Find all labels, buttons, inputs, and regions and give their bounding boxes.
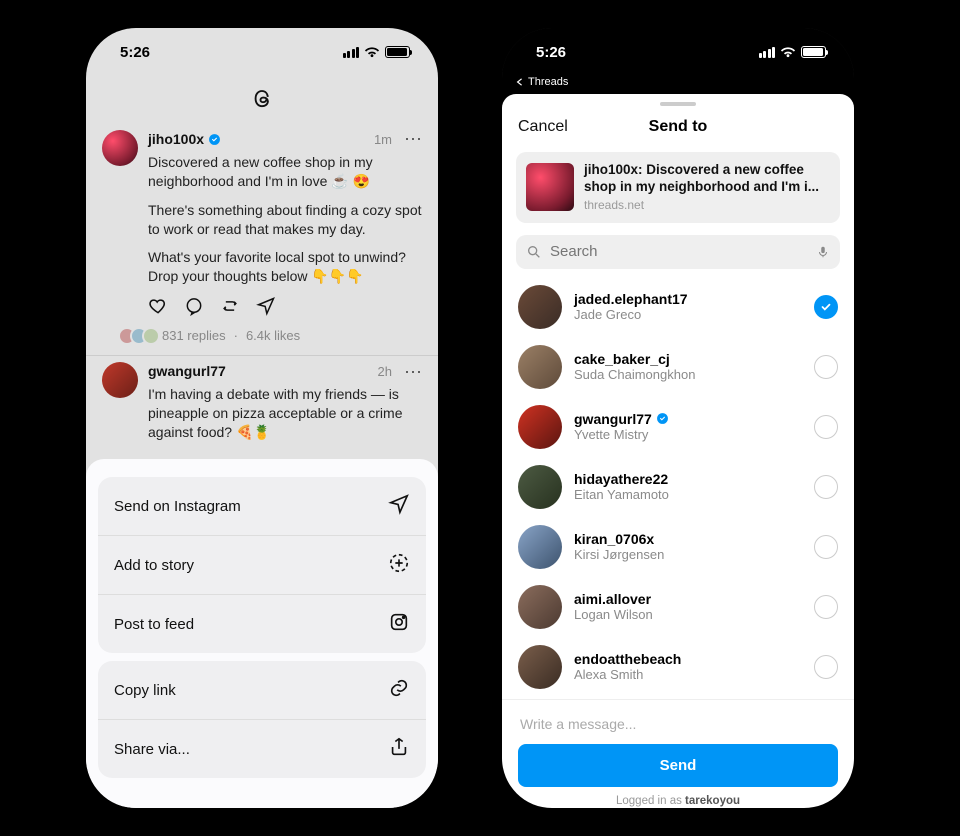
status-time: 5:26 — [120, 44, 150, 61]
status-bar: 5:26 — [502, 28, 854, 76]
post-text: I'm having a debate with my friends — is… — [148, 385, 422, 442]
send-modal: Cancel Send to jiho100x: Discovered a ne… — [502, 94, 854, 808]
send-button[interactable]: Send — [518, 744, 838, 787]
contact-username: aimi.allover — [574, 591, 802, 608]
preview-domain: threads.net — [584, 198, 830, 213]
contact-fullname: Jade Greco — [574, 307, 802, 323]
wifi-icon — [780, 46, 796, 58]
instagram-icon — [388, 611, 410, 637]
contact-row[interactable]: aimi.alloverLogan Wilson — [502, 577, 854, 637]
link-preview[interactable]: jiho100x: Discovered a new coffee shop i… — [516, 152, 840, 223]
avatar[interactable] — [102, 130, 138, 166]
contact-fullname: Logan Wilson — [574, 607, 802, 623]
status-time: 5:26 — [536, 44, 566, 61]
share-icon[interactable] — [256, 296, 276, 321]
likes-count[interactable]: 6.4k likes — [246, 327, 300, 345]
sheet-send-instagram[interactable]: Send on Instagram — [98, 477, 426, 535]
share-system-icon — [388, 736, 410, 762]
link-icon — [388, 677, 410, 703]
cancel-button[interactable]: Cancel — [518, 118, 568, 136]
post-username[interactable]: jiho100x — [148, 130, 204, 149]
avatar — [518, 345, 562, 389]
avatar — [518, 645, 562, 689]
select-radio[interactable] — [814, 415, 838, 439]
search-field[interactable] — [516, 235, 840, 269]
sheet-post-feed[interactable]: Post to feed — [98, 594, 426, 653]
search-input[interactable] — [550, 243, 808, 260]
contact-username: gwangurl77 — [574, 411, 802, 428]
post-username[interactable]: gwangurl77 — [148, 362, 226, 381]
preview-headline: jiho100x: Discovered a new coffee shop i… — [584, 162, 830, 196]
share-sheet: Send on Instagram Add to story Post to f… — [86, 459, 438, 808]
select-radio[interactable] — [814, 355, 838, 379]
thread-post: jiho100x 1m ⋯ Discovered a new coffee sh… — [86, 124, 438, 355]
post-text: Discovered a new coffee shop in my neigh… — [148, 153, 422, 286]
contact-row[interactable]: endoatthebeachAlexa Smith — [502, 637, 854, 697]
contact-fullname: Suda Chaimongkhon — [574, 367, 802, 383]
contact-fullname: Yvette Mistry — [574, 427, 802, 443]
logged-in-as: Logged in as tarekoyou — [518, 787, 838, 808]
sheet-add-story[interactable]: Add to story — [98, 535, 426, 594]
contact-fullname: Kirsi Jørgensen — [574, 547, 802, 563]
add-story-icon — [388, 552, 410, 578]
contact-username: hidayathere22 — [574, 471, 802, 488]
send-icon — [388, 493, 410, 519]
like-icon[interactable] — [148, 296, 168, 321]
battery-icon — [385, 46, 410, 58]
verified-badge-icon — [656, 412, 669, 425]
grabber[interactable] — [660, 102, 696, 106]
contact-fullname: Eitan Yamamoto — [574, 487, 802, 503]
contact-row[interactable]: gwangurl77Yvette Mistry — [502, 397, 854, 457]
select-radio[interactable] — [814, 295, 838, 319]
battery-icon — [801, 46, 826, 58]
reply-icon[interactable] — [184, 296, 204, 321]
preview-thumb — [526, 163, 574, 211]
cellular-icon — [343, 47, 360, 58]
phone-instagram-send: 5:26 Threads Cancel Send to — [502, 28, 854, 808]
post-time: 2h — [378, 363, 392, 381]
sheet-copy-link[interactable]: Copy link — [98, 661, 426, 719]
avatar — [518, 405, 562, 449]
post-time: 1m — [374, 131, 392, 149]
contact-row[interactable]: cake_baker_cjSuda Chaimongkhon — [502, 337, 854, 397]
back-to-threads[interactable]: Threads — [502, 76, 854, 92]
contacts-list: jaded.elephant17Jade Grecocake_baker_cjS… — [502, 275, 854, 699]
verified-badge-icon — [208, 133, 221, 146]
select-radio[interactable] — [814, 595, 838, 619]
search-icon — [526, 244, 542, 260]
avatar[interactable] — [102, 362, 138, 398]
contact-username: endoatthebeach — [574, 651, 802, 668]
cellular-icon — [759, 47, 776, 58]
replies-count[interactable]: 831 replies — [162, 327, 226, 345]
facepile[interactable] — [118, 327, 154, 345]
thread-post: gwangurl77 2h ⋯ I'm having a debate with… — [86, 356, 438, 462]
select-radio[interactable] — [814, 655, 838, 679]
repost-icon[interactable] — [220, 296, 240, 321]
phone-threads: 5:26 jiho100x — [86, 28, 438, 808]
status-bar: 5:26 — [86, 28, 438, 76]
mic-icon[interactable] — [816, 243, 830, 261]
contact-row[interactable]: kiran_0706xKirsi Jørgensen — [502, 517, 854, 577]
contact-row[interactable]: jaded.elephant17Jade Greco — [502, 277, 854, 337]
contact-row[interactable]: hidayathere22Eitan Yamamoto — [502, 457, 854, 517]
avatar — [518, 525, 562, 569]
contact-username: cake_baker_cj — [574, 351, 802, 368]
contact-username: kiran_0706x — [574, 531, 802, 548]
select-radio[interactable] — [814, 535, 838, 559]
contact-fullname: Alexa Smith — [574, 667, 802, 683]
avatar — [518, 285, 562, 329]
threads-logo-icon — [86, 76, 438, 124]
contact-username: jaded.elephant17 — [574, 291, 802, 308]
sheet-share-via[interactable]: Share via... — [98, 719, 426, 778]
wifi-icon — [364, 46, 380, 58]
avatar — [518, 585, 562, 629]
message-input[interactable]: Write a message... — [518, 712, 838, 744]
avatar — [518, 465, 562, 509]
select-radio[interactable] — [814, 475, 838, 499]
